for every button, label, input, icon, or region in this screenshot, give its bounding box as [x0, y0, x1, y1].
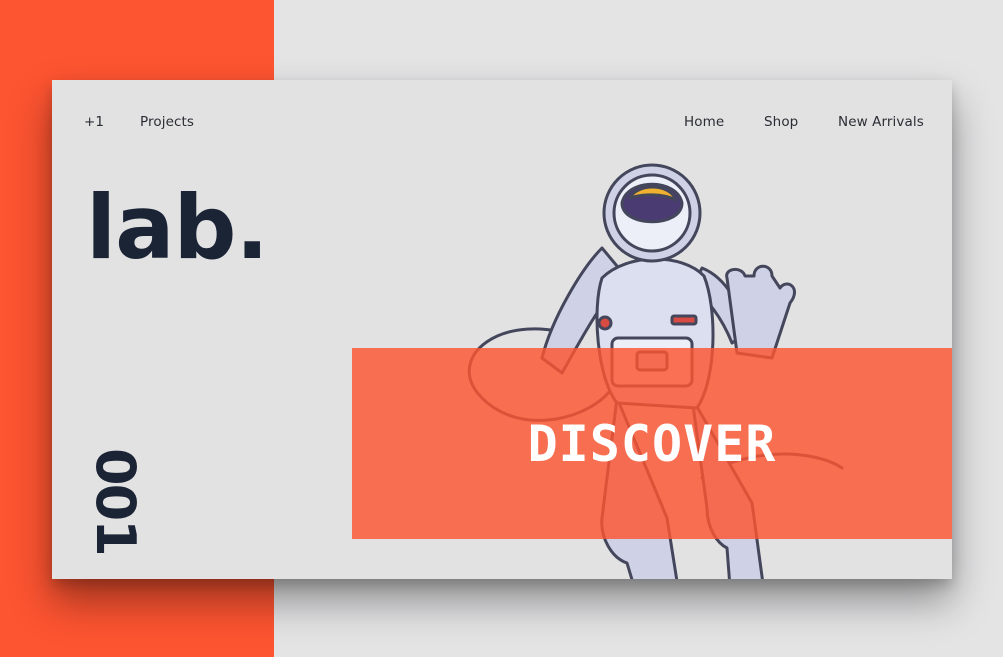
hero-card: +1 Projects Home Shop New Arrivals lab. … [52, 80, 952, 579]
nav-item-shop[interactable]: Shop [764, 114, 798, 130]
slide-counter: 001 [84, 448, 147, 555]
nav-item-home[interactable]: Home [684, 114, 724, 130]
brand-logo: lab. [86, 176, 269, 279]
nav-item-plus-one[interactable]: +1 [84, 114, 104, 130]
nav-item-new-arrivals[interactable]: New Arrivals [838, 114, 924, 130]
nav-item-projects[interactable]: Projects [140, 114, 194, 130]
discover-button[interactable]: DISCOVER [352, 348, 952, 539]
discover-label: DISCOVER [527, 414, 777, 473]
